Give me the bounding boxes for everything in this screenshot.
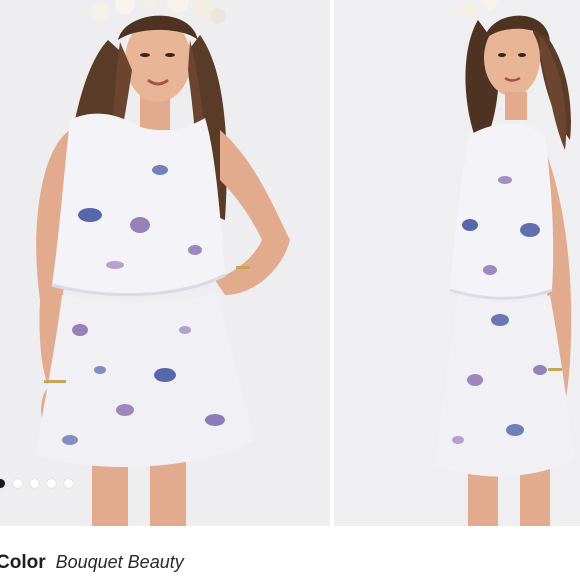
carousel-dot-1[interactable]	[0, 479, 5, 488]
product-image-carousel[interactable]	[0, 0, 580, 526]
photo-divider	[330, 0, 334, 526]
color-attribute-row: Color Bouquet Beauty	[0, 552, 184, 574]
color-label: Color	[0, 552, 46, 573]
color-value: Bouquet Beauty	[55, 552, 184, 572]
carousel-dot-5[interactable]	[64, 479, 73, 488]
carousel-dot-4[interactable]	[47, 479, 56, 488]
carousel-dot-2[interactable]	[13, 479, 22, 488]
carousel-dot-3[interactable]	[30, 479, 39, 488]
product-photos	[0, 0, 580, 526]
carousel-indicator	[0, 479, 73, 488]
product-detail-page: Color Bouquet Beauty	[0, 0, 580, 580]
